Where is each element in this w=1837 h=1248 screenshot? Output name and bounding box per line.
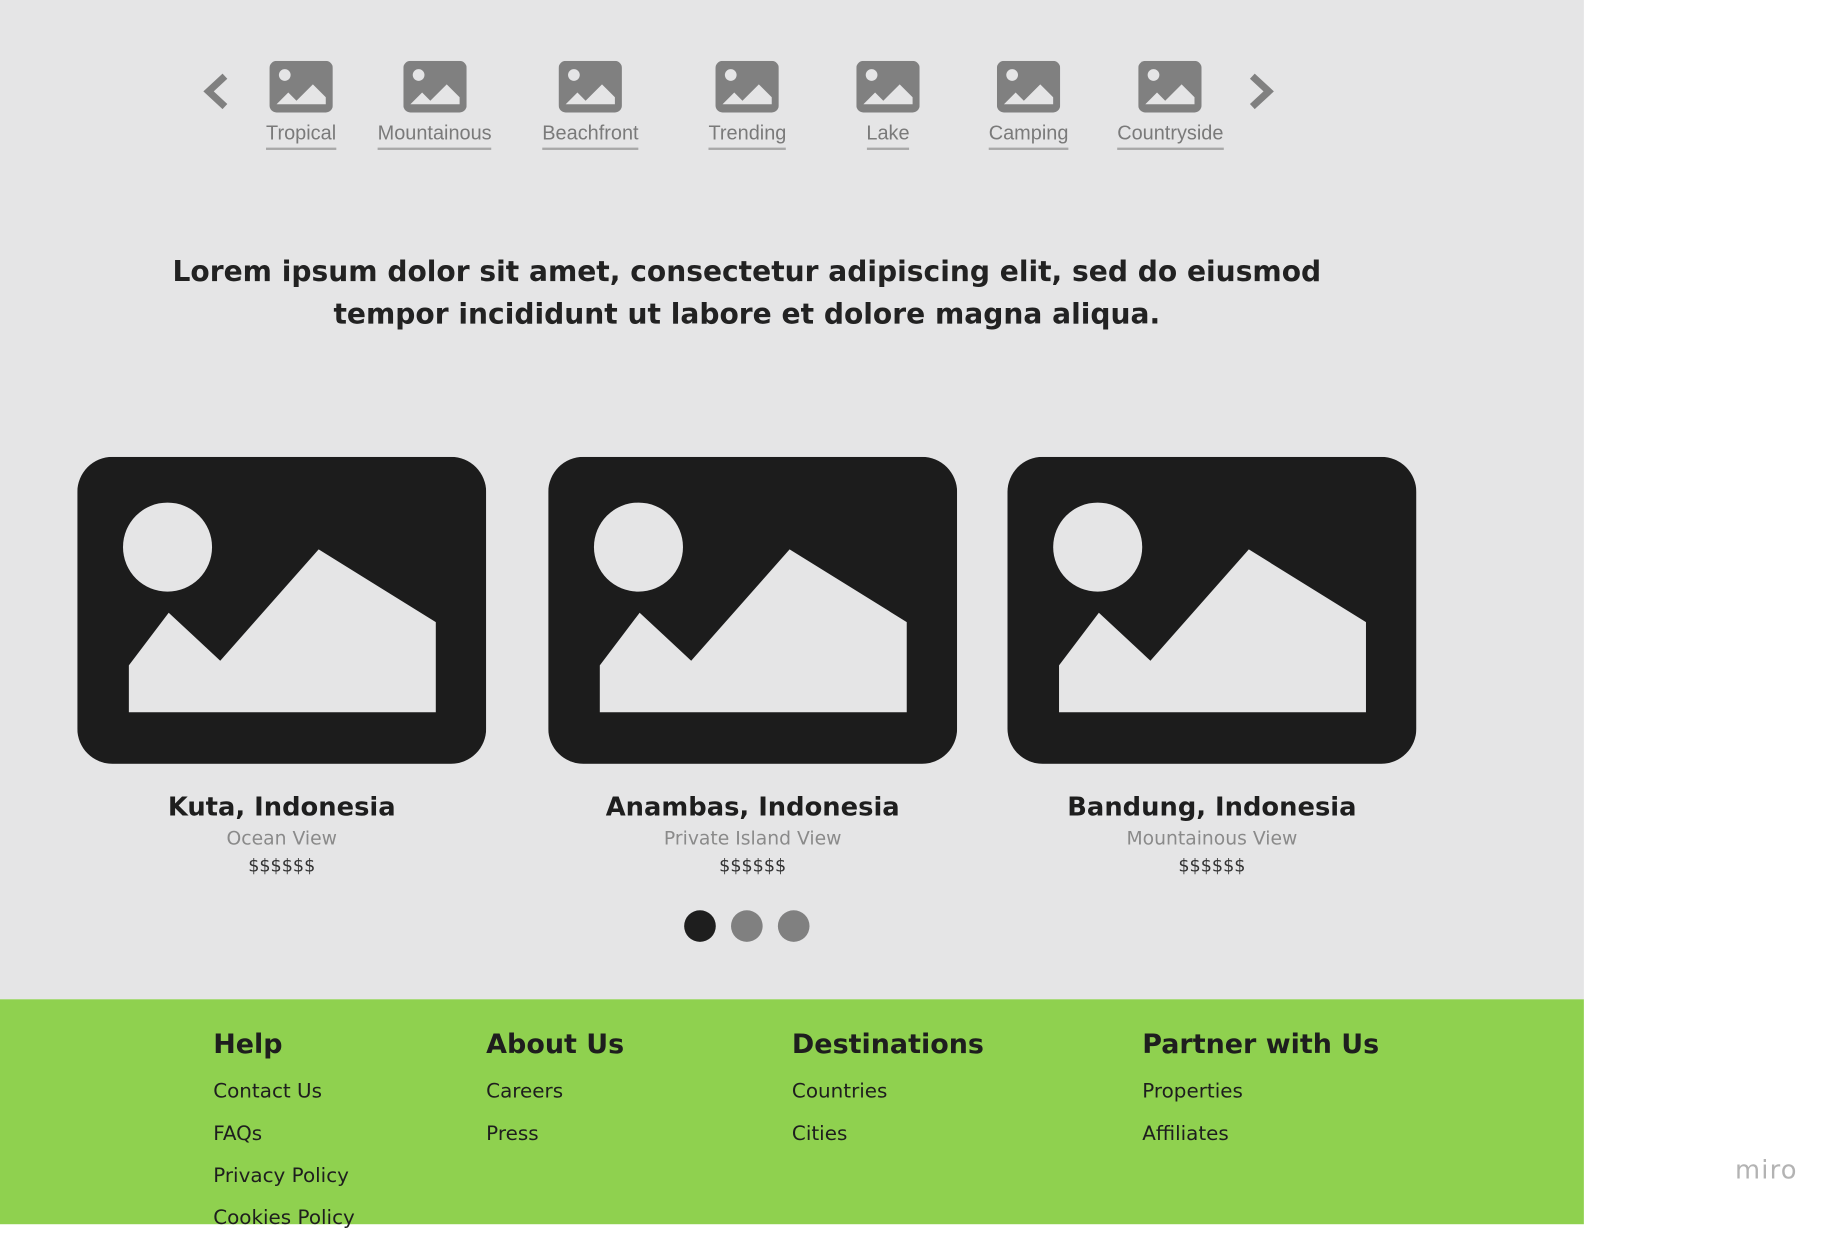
footer-heading: About Us bbox=[486, 1029, 625, 1061]
footer-heading: Help bbox=[213, 1029, 283, 1061]
category-label: Camping bbox=[988, 122, 1069, 150]
footer-column-partner: Partner with Us Properties Affiliates bbox=[1142, 1027, 1379, 1163]
category-label: Lake bbox=[866, 122, 910, 150]
image-placeholder-icon bbox=[77, 456, 487, 764]
listing-subtitle: Ocean View bbox=[226, 827, 337, 850]
listing-card-anambas[interactable]: Anambas, Indonesia Private Island View $… bbox=[548, 456, 958, 878]
footer-column-about: About Us Careers Press bbox=[486, 1027, 624, 1163]
category-camping[interactable]: Camping bbox=[988, 60, 1069, 150]
category-label: Tropical bbox=[266, 122, 337, 150]
category-trending[interactable]: Trending bbox=[708, 60, 787, 150]
pagination-dot-1[interactable] bbox=[684, 910, 716, 942]
footer-link-cities[interactable]: Cities bbox=[792, 1121, 984, 1147]
footer-link-properties[interactable]: Properties bbox=[1142, 1079, 1379, 1105]
category-label: Beachfront bbox=[542, 122, 639, 150]
footer-link-countries[interactable]: Countries bbox=[792, 1079, 984, 1105]
headline-text: Lorem ipsum dolor sit amet, consectetur … bbox=[172, 255, 1322, 331]
listing-price: $$$$$$ bbox=[1178, 855, 1246, 877]
image-icon bbox=[715, 60, 780, 113]
miro-logo: miro bbox=[1734, 1156, 1798, 1186]
footer-link-faqs[interactable]: FAQs bbox=[213, 1121, 355, 1147]
category-tropical[interactable]: Tropical bbox=[266, 60, 337, 150]
listing-price: $$$$$$ bbox=[248, 855, 316, 877]
category-beachfront[interactable]: Beachfront bbox=[542, 60, 639, 150]
listing-subtitle: Mountainous View bbox=[1126, 827, 1298, 850]
image-icon bbox=[402, 60, 467, 113]
footer-column-help: Help Contact Us FAQs Privacy Policy Cook… bbox=[213, 1027, 355, 1247]
listing-price: $$$$$$ bbox=[719, 855, 787, 877]
footer-link-privacy-policy[interactable]: Privacy Policy bbox=[213, 1163, 355, 1189]
chevron-right-icon[interactable] bbox=[1236, 67, 1283, 116]
footer-link-cookies-policy[interactable]: Cookies Policy bbox=[213, 1205, 355, 1231]
category-lake[interactable]: Lake bbox=[856, 60, 920, 150]
listing-title: Bandung, Indonesia bbox=[1067, 793, 1357, 823]
category-countryside[interactable]: Countryside bbox=[1117, 60, 1224, 150]
site-footer: Help Contact Us FAQs Privacy Policy Cook… bbox=[0, 999, 1584, 1230]
image-icon bbox=[1138, 60, 1202, 113]
image-placeholder-icon bbox=[548, 456, 958, 764]
listing-subtitle: Private Island View bbox=[663, 827, 842, 850]
footer-link-press[interactable]: Press bbox=[486, 1121, 624, 1147]
footer-heading: Partner with Us bbox=[1142, 1029, 1380, 1061]
image-icon bbox=[558, 60, 623, 113]
listing-title: Anambas, Indonesia bbox=[605, 793, 900, 823]
footer-link-affiliates[interactable]: Affiliates bbox=[1142, 1121, 1379, 1147]
category-label: Mountainous bbox=[377, 122, 492, 150]
pagination-dot-2[interactable] bbox=[731, 910, 763, 942]
listing-card-bandung[interactable]: Bandung, Indonesia Mountainous View $$$$… bbox=[1007, 456, 1417, 878]
category-mountainous[interactable]: Mountainous bbox=[377, 60, 492, 150]
image-icon bbox=[996, 60, 1061, 113]
image-placeholder-icon bbox=[1007, 456, 1417, 764]
carousel-pagination bbox=[684, 910, 810, 942]
image-icon bbox=[269, 60, 333, 113]
footer-link-careers[interactable]: Careers bbox=[486, 1079, 624, 1105]
category-label: Countryside bbox=[1117, 122, 1224, 150]
wireframe-canvas: Tropical Mountainous Beachfront Trending… bbox=[0, 0, 1584, 1000]
footer-heading: Destinations bbox=[791, 1029, 984, 1061]
footer-column-destinations: Destinations Countries Cities bbox=[792, 1027, 984, 1163]
chevron-left-icon[interactable] bbox=[194, 67, 241, 116]
image-icon bbox=[856, 60, 920, 113]
category-label: Trending bbox=[708, 122, 787, 150]
pagination-dot-3[interactable] bbox=[777, 910, 810, 942]
listing-title: Kuta, Indonesia bbox=[167, 793, 396, 823]
footer-link-contact-us[interactable]: Contact Us bbox=[213, 1079, 355, 1105]
listing-card-kuta[interactable]: Kuta, Indonesia Ocean View $$$$$$ bbox=[77, 456, 487, 878]
